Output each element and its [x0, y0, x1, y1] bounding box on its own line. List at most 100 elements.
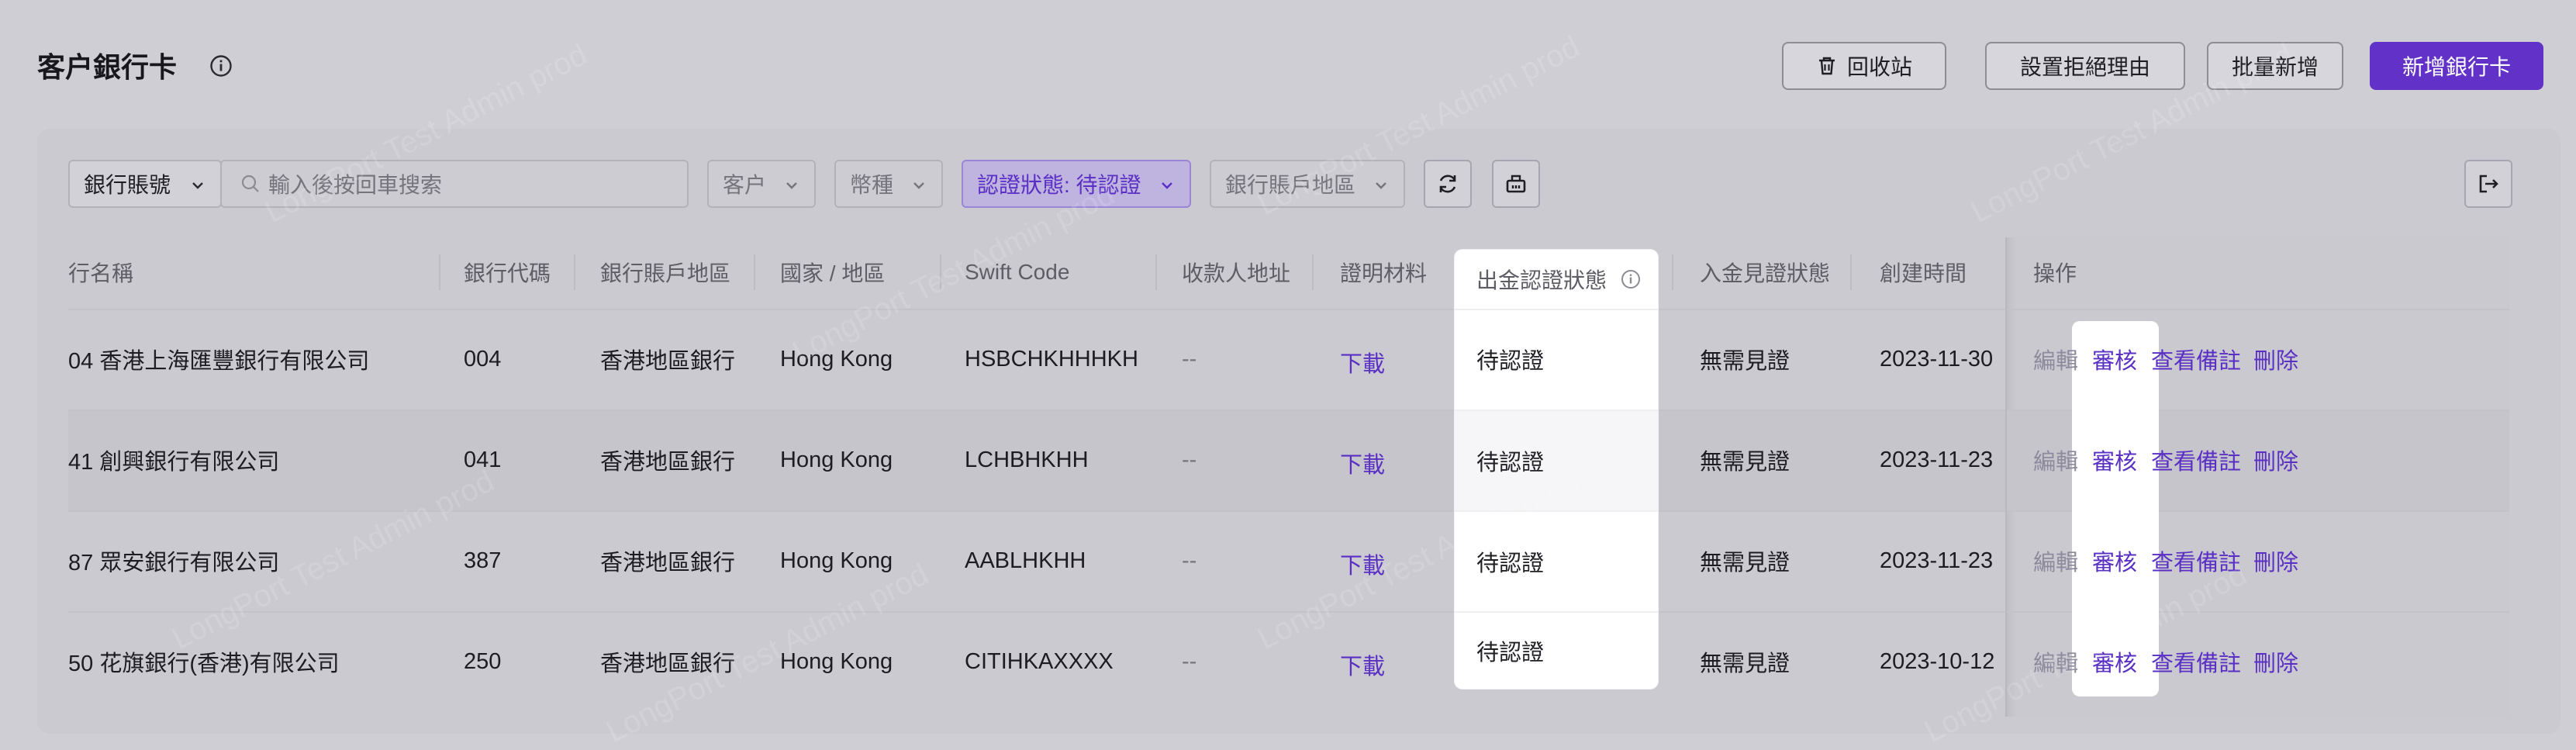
cell-swift: LCHBHKHH [965, 447, 1089, 472]
info-icon[interactable] [1621, 269, 1641, 289]
cell-swift: AABLHKHH [965, 548, 1086, 573]
delete-link[interactable]: 刪除 [2253, 343, 2298, 375]
col-header-withdraw-status: 出金認證狀態 [1476, 250, 1641, 309]
cell-country: Hong Kong [780, 548, 893, 573]
search-placeholder: 輸入後按回車搜索 [268, 173, 443, 197]
currency-filter-label: 幣種 [850, 173, 894, 197]
column-separator [574, 254, 575, 290]
cell-region: 香港地區銀行 [600, 651, 736, 676]
batch-add-button[interactable]: 批量新增 [2207, 42, 2343, 90]
trash-icon [1818, 57, 1835, 75]
edit-link[interactable]: 編輯 [2033, 645, 2092, 678]
cell-withdraw-status: 待認證 [1476, 551, 1545, 576]
cell-payee-address: -- [1182, 648, 1197, 674]
delete-link[interactable]: 刪除 [2253, 544, 2298, 577]
view-notes-link[interactable]: 查看備註 [2151, 645, 2253, 678]
export-button[interactable] [2464, 160, 2512, 208]
view-notes-link[interactable]: 查看備註 [2151, 343, 2253, 375]
actions-column-border [2005, 237, 2007, 717]
col-header-actions: 操作 [2033, 261, 2077, 285]
col-header-proof: 證明材料 [1340, 261, 1428, 285]
cell-bank-code: 387 [464, 548, 502, 573]
cell-created: 2023-10-12 [1880, 648, 1995, 674]
cell-bank-name: 41 創興銀行有限公司 [68, 450, 280, 475]
chevron-down-icon [913, 182, 924, 189]
cell-swift: HSBCHKHHHKH [965, 346, 1138, 372]
view-notes-link[interactable]: 查看備註 [2151, 544, 2253, 577]
recycle-bin-label: 回收站 [1846, 55, 1912, 79]
refresh-button[interactable] [1424, 160, 1472, 208]
view-notes-link[interactable]: 查看備註 [2151, 444, 2253, 476]
col-header-bank-code: 銀行代碼 [464, 261, 551, 285]
col-header-deposit-status: 入金見證狀態 [1700, 261, 1831, 285]
cell-bank-code: 004 [464, 346, 502, 372]
refresh-icon [1439, 175, 1456, 193]
cell-country: Hong Kong [780, 648, 893, 674]
download-link[interactable]: 下載 [1340, 413, 1385, 513]
chevron-down-icon [192, 182, 203, 189]
cell-payee-address: -- [1182, 346, 1197, 372]
cell-withdraw-status: 待認證 [1476, 349, 1545, 374]
edit-link[interactable]: 編輯 [2033, 444, 2092, 476]
recycle-bin-button[interactable]: 回收站 [1782, 42, 1946, 90]
delete-link[interactable]: 刪除 [2253, 645, 2298, 678]
column-separator [754, 254, 755, 290]
eraser-icon [1506, 175, 1526, 193]
row-actions: 編輯 審核 查看備註 刪除 [2033, 510, 2298, 611]
review-link[interactable]: 審核 [2092, 343, 2151, 375]
customer-filter[interactable]: 客户 [707, 160, 816, 208]
review-link[interactable]: 審核 [2092, 645, 2151, 678]
chevron-down-icon [1376, 182, 1386, 189]
page-title: 客户銀行卡 [37, 51, 178, 83]
review-link[interactable]: 審核 [2092, 544, 2151, 577]
cell-deposit-status: 無需見證 [1700, 349, 1790, 374]
cell-withdraw-status: 待認證 [1476, 451, 1545, 475]
col-header-withdraw-status-label: 出金認證狀態 [1476, 268, 1607, 292]
edit-link[interactable]: 編輯 [2033, 343, 2092, 375]
search-field-select[interactable]: 銀行賬號 [68, 160, 222, 208]
col-header-country: 國家 / 地區 [780, 261, 886, 285]
chevron-down-icon [786, 182, 797, 189]
column-separator [1850, 254, 1852, 290]
customer-filter-label: 客户 [723, 173, 767, 197]
cell-bank-name: 50 花旗銀行(香港)有限公司 [68, 651, 340, 676]
download-link[interactable]: 下載 [1340, 614, 1385, 715]
info-icon[interactable] [209, 54, 233, 78]
search-input[interactable]: 輸入後按回車搜索 [220, 160, 689, 208]
review-link[interactable]: 審核 [2092, 444, 2151, 476]
cell-bank-code: 041 [464, 447, 502, 472]
cell-created: 2023-11-23 [1880, 447, 1994, 472]
cell-bank-name: 87 眾安銀行有限公司 [68, 551, 280, 575]
auth-status-filter-label: 認證狀態: 待認證 [977, 173, 1141, 197]
search-icon [241, 175, 259, 192]
download-link[interactable]: 下載 [1340, 513, 1385, 614]
set-reject-reason-button[interactable]: 設置拒絕理由 [1985, 42, 2185, 90]
column-separator [1312, 254, 1314, 290]
export-icon [2479, 175, 2498, 193]
col-header-bank-name: 行名稱 [68, 261, 134, 285]
add-bank-card-button[interactable]: 新增銀行卡 [2370, 42, 2543, 90]
cell-payee-address: -- [1182, 548, 1197, 573]
search-field-select-value: 銀行賬號 [84, 173, 171, 197]
cell-payee-address: -- [1182, 447, 1197, 472]
download-link[interactable]: 下載 [1340, 312, 1385, 413]
cell-region: 香港地區銀行 [600, 349, 736, 374]
column-separator [439, 254, 440, 290]
column-separator [1155, 254, 1157, 290]
currency-filter[interactable]: 幣種 [834, 160, 943, 208]
row-actions: 編輯 審核 查看備註 刪除 [2033, 410, 2298, 510]
edit-link[interactable]: 編輯 [2033, 544, 2092, 577]
auth-status-filter[interactable]: 認證狀態: 待認證 [962, 160, 1191, 208]
col-header-created: 創建時間 [1880, 261, 1967, 285]
cell-created: 2023-11-23 [1880, 548, 1994, 573]
cell-withdraw-status: 待認證 [1476, 641, 1545, 665]
clear-filter-button[interactable] [1492, 160, 1540, 208]
delete-link[interactable]: 刪除 [2253, 444, 2298, 476]
cell-country: Hong Kong [780, 447, 893, 472]
cell-swift: CITIHKAXXXX [965, 648, 1114, 674]
bank-region-filter[interactable]: 銀行賬戶地區 [1210, 160, 1405, 208]
row-actions: 編輯 審核 查看備註 刪除 [2033, 309, 2298, 410]
row-actions: 編輯 審核 查看備註 刪除 [2033, 611, 2298, 712]
col-header-swift: Swift Code [965, 260, 1070, 284]
cell-region: 香港地區銀行 [600, 450, 736, 475]
